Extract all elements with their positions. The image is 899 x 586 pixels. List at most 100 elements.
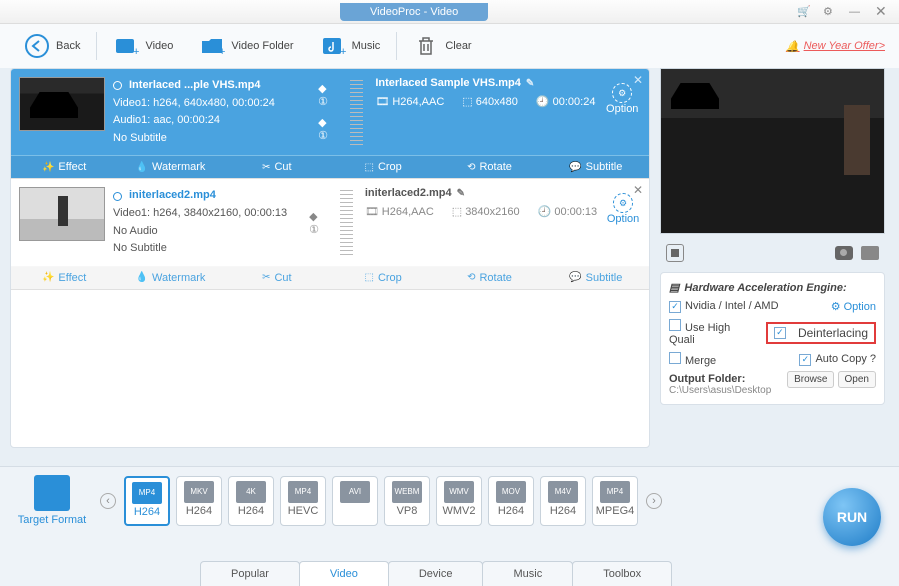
codec-chip: 🎞 H264,AAC	[375, 95, 444, 108]
codec-option-button[interactable]: ⚙ Option	[605, 187, 641, 257]
deinterlace-highlight: ✓ Deinterlacing	[766, 322, 876, 344]
tab-device[interactable]: Device	[388, 561, 484, 586]
crop-button[interactable]: ⬚ Crop	[330, 267, 436, 289]
codec-option-button[interactable]: ⚙ Option	[603, 77, 641, 147]
close-window-icon[interactable]: ✕	[875, 3, 889, 20]
hw-option-link[interactable]: ⚙ Option	[831, 300, 876, 313]
clear-button[interactable]: Clear	[403, 27, 481, 65]
output-meta: Interlaced Sample VHS.mp4✎ 🎞 H264,AAC ⬚ …	[375, 77, 595, 147]
scroll-left-button[interactable]: ‹	[100, 493, 116, 509]
track-selector[interactable]: ◆ ①	[318, 82, 338, 108]
format-option[interactable]: MP4HEVC	[280, 476, 326, 526]
thumbnail	[19, 77, 105, 131]
autocopy-checkbox[interactable]: ✓	[799, 354, 811, 366]
watermark-button[interactable]: 💧 Watermark	[117, 156, 223, 178]
format-option[interactable]: WMVWMV2	[436, 476, 482, 526]
input-meta: initerlaced2.mp4 Video1: h264, 3840x2160…	[113, 187, 301, 257]
settings-icon[interactable]: ⚙	[823, 5, 837, 18]
subtitle-button[interactable]: 💬 Subtitle	[543, 156, 649, 178]
rename-icon[interactable]: ✎	[526, 78, 534, 89]
divider	[340, 187, 353, 257]
crop-button[interactable]: ⬚ Crop	[330, 156, 436, 178]
open-button[interactable]: Open	[838, 371, 876, 388]
input-meta: Interlaced ...ple VHS.mp4 Video1: h264, …	[113, 77, 310, 147]
deinterlace-checkbox[interactable]: ✓	[774, 327, 786, 339]
format-option[interactable]: WEBMVP8	[384, 476, 430, 526]
codec-chip: 🎞 H264,AAC	[365, 205, 434, 218]
stop-button[interactable]	[666, 244, 684, 262]
format-option[interactable]: MP4MPEG4	[592, 476, 638, 526]
back-button[interactable]: Back	[14, 27, 90, 65]
rotate-button[interactable]: ⟲ Rotate	[436, 156, 542, 178]
add-folder-button[interactable]: + Video Folder	[189, 27, 303, 65]
target-format-label: Target Format	[12, 475, 92, 526]
cut-button[interactable]: ✂ Cut	[224, 156, 330, 178]
gear-icon: ⚙	[612, 83, 632, 103]
music-label: Music	[352, 40, 381, 52]
video-list: ✕ Interlaced ...ple VHS.mp4 Video1: h264…	[10, 68, 650, 448]
res-chip: ⬚ 3840x2160	[452, 205, 520, 218]
output-meta: initerlaced2.mp4✎ 🎞 H264,AAC ⬚ 3840x2160…	[365, 187, 597, 257]
format-option[interactable]: AVI	[332, 476, 378, 526]
divider	[350, 77, 363, 147]
category-tabs: Popular Video Device Music Toolbox	[200, 561, 671, 586]
open-folder-icon[interactable]	[861, 246, 879, 260]
edit-toolbar: ✨ Effect 💧 Watermark ✂ Cut ⬚ Crop ⟲ Rota…	[11, 266, 649, 289]
effect-button[interactable]: ✨ Effect	[11, 267, 117, 289]
video-label: Video	[145, 40, 173, 52]
back-label: Back	[56, 40, 80, 52]
snapshot-icon[interactable]	[835, 246, 853, 260]
target-format-icon	[34, 475, 70, 511]
add-music-button[interactable]: + Music	[310, 27, 391, 65]
tab-music[interactable]: Music	[482, 561, 573, 586]
rotate-button[interactable]: ⟲ Rotate	[436, 267, 542, 289]
svg-text:+: +	[133, 46, 139, 58]
cut-button[interactable]: ✂ Cut	[224, 267, 330, 289]
preview-pane	[660, 68, 885, 234]
video-card[interactable]: ✕ initerlaced2.mp4 Video1: h264, 3840x21…	[11, 179, 649, 289]
format-option[interactable]: MOVH264	[488, 476, 534, 526]
format-option[interactable]: 4KH264	[228, 476, 274, 526]
watermark-button[interactable]: 💧 Watermark	[117, 267, 223, 289]
chip-icon: ▤	[669, 281, 679, 294]
preview-controls	[660, 240, 885, 266]
rename-icon[interactable]: ✎	[457, 188, 465, 199]
minimize-icon[interactable]: —	[849, 6, 863, 18]
titlebar: VideoProc - Video 🛒 ⚙ — ✕	[0, 0, 899, 24]
power-icon	[113, 192, 122, 201]
video-card-selected[interactable]: ✕ Interlaced ...ple VHS.mp4 Video1: h264…	[11, 69, 649, 179]
res-chip: ⬚ 640x480	[462, 95, 518, 108]
tab-popular[interactable]: Popular	[200, 561, 300, 586]
app-title: VideoProc - Video	[340, 3, 488, 21]
browse-button[interactable]: Browse	[787, 371, 834, 388]
edit-toolbar: ✨ Effect 💧 Watermark ✂ Cut ⬚ Crop ⟲ Rota…	[11, 155, 649, 178]
track-selector[interactable]: ◆ ①	[309, 210, 328, 236]
svg-text:+: +	[340, 46, 346, 58]
clear-label: Clear	[445, 40, 471, 52]
add-video-button[interactable]: + Video	[103, 27, 183, 65]
output-folder-label: Output Folder:	[669, 373, 745, 385]
effect-button[interactable]: ✨ Effect	[11, 156, 117, 178]
settings-panel: ▤Hardware Acceleration Engine: ✓Nvidia /…	[660, 272, 885, 405]
format-option[interactable]: MKVH264	[176, 476, 222, 526]
gpu-checkbox[interactable]: ✓	[669, 301, 681, 313]
high-quality-checkbox[interactable]	[669, 319, 681, 331]
main-toolbar: Back + Video + Video Folder + Music Clea…	[0, 24, 899, 68]
dur-chip: 🕘 00:00:13	[538, 205, 598, 218]
tab-video[interactable]: Video	[299, 561, 389, 586]
merge-checkbox[interactable]	[669, 352, 681, 364]
dur-chip: 🕘 00:00:24	[536, 95, 596, 108]
remove-card-icon[interactable]: ✕	[633, 73, 643, 87]
format-option[interactable]: M4VH264	[540, 476, 586, 526]
scroll-right-button[interactable]: ›	[646, 493, 662, 509]
power-icon	[113, 81, 122, 90]
subtitle-button[interactable]: 💬 Subtitle	[543, 267, 649, 289]
new-year-offer-link[interactable]: 🔔 New Year Offer>	[786, 40, 885, 53]
format-option[interactable]: MP4H264	[124, 476, 170, 526]
track-selector[interactable]: ◆ ①	[318, 116, 338, 142]
run-button[interactable]: RUN	[823, 488, 881, 546]
bottom-bar: Target Format ‹ MP4H264MKVH2644KH264MP4H…	[0, 466, 899, 586]
tab-toolbox[interactable]: Toolbox	[572, 561, 672, 586]
remove-card-icon[interactable]: ✕	[633, 183, 643, 197]
cart-icon[interactable]: 🛒	[797, 5, 811, 18]
